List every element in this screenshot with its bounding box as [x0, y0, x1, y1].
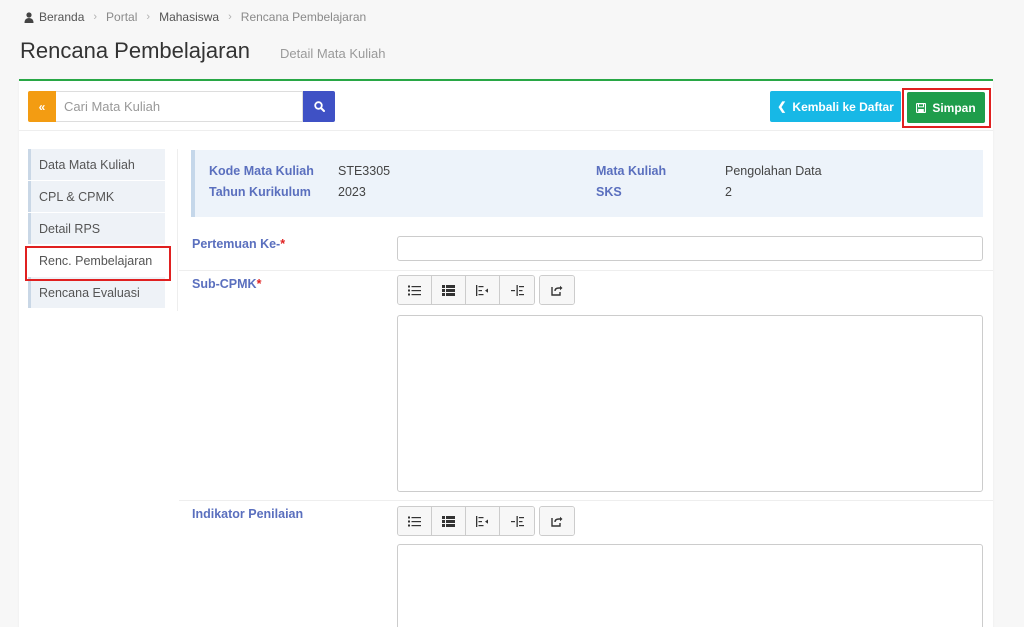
- subcpmk-label: Sub-CPMK*: [192, 277, 261, 291]
- chevron-left-icon: ❮: [777, 101, 787, 113]
- list-tool-group: [397, 275, 535, 305]
- breadcrumb-current: Rencana Pembelajaran: [240, 10, 367, 24]
- unordered-list-icon[interactable]: [398, 507, 432, 535]
- required-mark: *: [280, 237, 286, 251]
- tahun-label: Tahun Kurikulum: [209, 185, 311, 199]
- required-mark: *: [256, 277, 262, 291]
- user-icon: [24, 11, 34, 23]
- tahun-value: 2023: [338, 185, 366, 199]
- indikator-label: Indikator Penilaian: [192, 507, 304, 521]
- breadcrumb-separator: ›: [93, 11, 98, 23]
- mata-kuliah-label: Mata Kuliah: [596, 164, 667, 178]
- floppy-disk-icon: [916, 102, 927, 113]
- kode-label: Kode Mata Kuliah: [209, 164, 314, 178]
- side-item-rencana-evaluasi[interactable]: Rencana Evaluasi: [28, 277, 165, 308]
- mata-kuliah-value: Pengolahan Data: [725, 164, 822, 178]
- back-to-list-button[interactable]: ❮ Kembali ke Daftar: [770, 91, 901, 122]
- unordered-list-icon[interactable]: [398, 276, 432, 304]
- redo-icon[interactable]: [540, 507, 574, 535]
- collapse-sidebar-button[interactable]: «: [28, 91, 56, 122]
- ordered-list-icon[interactable]: [432, 507, 466, 535]
- course-info-box: Kode Mata Kuliah STE3305 Tahun Kurikulum…: [191, 150, 983, 217]
- divider: [177, 149, 178, 311]
- page-subtitle: Detail Mata Kuliah: [280, 46, 386, 61]
- subcpmk-editor-toolbar: [397, 275, 575, 305]
- side-item-data-mata-kuliah[interactable]: Data Mata Kuliah: [28, 149, 165, 180]
- redo-icon[interactable]: [540, 276, 574, 304]
- indikator-editor-toolbar: [397, 506, 575, 536]
- history-tool-group: [539, 275, 575, 305]
- outdent-icon[interactable]: [466, 507, 500, 535]
- panel-toolbar: « ❮ Kembali ke Daftar Simpan: [19, 81, 993, 131]
- list-tool-group: [397, 506, 535, 536]
- breadcrumb-separator: ›: [146, 11, 151, 23]
- breadcrumb-mahasiswa[interactable]: Mahasiswa: [159, 10, 219, 24]
- pertemuan-label-text: Pertemuan Ke-: [192, 237, 281, 251]
- side-item-cpl-cpmk[interactable]: CPL & CPMK: [28, 181, 165, 212]
- main-panel: « ❮ Kembali ke Daftar Simpan Data: [19, 79, 993, 627]
- subcpmk-label-text: Sub-CPMK: [192, 277, 257, 291]
- search-input[interactable]: [56, 91, 303, 122]
- pertemuan-label: Pertemuan Ke-*: [192, 237, 285, 251]
- breadcrumb-beranda[interactable]: Beranda: [39, 10, 84, 24]
- history-tool-group: [539, 506, 575, 536]
- subcpmk-editor[interactable]: [397, 315, 983, 492]
- save-button-label: Simpan: [932, 100, 976, 115]
- save-highlight-box: Simpan: [902, 88, 991, 128]
- back-button-label: Kembali ke Daftar: [792, 99, 894, 114]
- breadcrumb-separator: ›: [228, 11, 232, 23]
- sks-value: 2: [725, 185, 732, 199]
- side-item-detail-rps[interactable]: Detail RPS: [28, 213, 165, 244]
- breadcrumb-portal[interactable]: Portal: [106, 10, 137, 24]
- indent-icon[interactable]: [500, 276, 534, 304]
- breadcrumb: Beranda › Portal › Mahasiswa › Rencana P…: [24, 10, 366, 24]
- row-divider: [179, 500, 993, 501]
- active-item-highlight-box: [25, 246, 171, 281]
- save-button[interactable]: Simpan: [907, 92, 985, 123]
- outdent-icon[interactable]: [466, 276, 500, 304]
- page-title: Rencana Pembelajaran: [20, 38, 250, 63]
- search-icon: [313, 101, 325, 112]
- row-divider: [179, 270, 993, 271]
- pertemuan-input[interactable]: [397, 236, 983, 261]
- kode-value: STE3305: [338, 164, 391, 178]
- ordered-list-icon[interactable]: [432, 276, 466, 304]
- sks-label: SKS: [596, 185, 622, 199]
- indent-icon[interactable]: [500, 507, 534, 535]
- indikator-editor[interactable]: [397, 544, 983, 627]
- side-nav: Data Mata Kuliah CPL & CPMK Detail RPS R…: [28, 149, 165, 309]
- search-button[interactable]: [303, 91, 335, 122]
